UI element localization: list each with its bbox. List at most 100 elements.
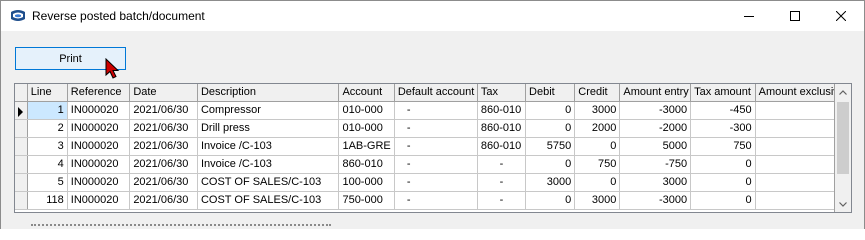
cell-line[interactable]: 4 (27, 155, 68, 174)
cell-account[interactable]: 010-000 (338, 101, 395, 120)
cell-tax-amount[interactable]: 0 (690, 155, 756, 174)
cell-default-account[interactable]: - (394, 101, 478, 120)
cell-debit[interactable]: 5750 (525, 137, 576, 156)
cell-reference[interactable]: IN000020 (67, 155, 131, 174)
vertical-scrollbar[interactable] (835, 84, 851, 212)
cell-credit[interactable]: 2000 (574, 119, 621, 138)
cell-description[interactable]: Invoice /C-103 (197, 137, 340, 156)
cell-account[interactable]: 100-000 (338, 173, 395, 192)
cell-tax-amount[interactable]: -450 (690, 101, 756, 120)
cell-amount-exclusive[interactable]: 0 (755, 155, 834, 174)
cell-reference[interactable]: IN000020 (67, 119, 131, 138)
col-header-tax[interactable]: Tax (477, 84, 527, 102)
cell-reference[interactable]: IN000020 (67, 137, 131, 156)
cell-debit[interactable]: 0 (525, 119, 576, 138)
cell-date[interactable]: 2021/06/30 (129, 137, 198, 156)
cell-tax-amount[interactable]: 0 (690, 173, 756, 192)
cell-description[interactable]: COST OF SALES/C-103 (197, 173, 340, 192)
cell-default-account[interactable]: - (394, 137, 478, 156)
cell-line[interactable]: 2 (27, 119, 68, 138)
cell-date[interactable]: 2021/06/30 (129, 155, 198, 174)
batch-grid[interactable]: Line Reference Date Description Account … (14, 83, 852, 213)
table-row[interactable]: 3 IN000020 2021/06/30 Invoice /C-103 1AB… (15, 137, 834, 156)
cell-credit[interactable]: 0 (574, 137, 621, 156)
table-row[interactable]: 118 IN000020 2021/06/30 COST OF SALES/C-… (15, 191, 834, 210)
table-row[interactable]: 1 IN000020 2021/06/30 Compressor 010-000… (15, 100, 834, 120)
cell-amount-exclusive[interactable]: 0 (755, 101, 834, 120)
col-header-description[interactable]: Description (197, 84, 340, 102)
cell-account[interactable]: 860-010 (338, 155, 395, 174)
window-title: Reverse posted batch/document (32, 9, 205, 23)
scrollbar-thumb[interactable] (837, 102, 849, 174)
col-header-date[interactable]: Date (129, 84, 198, 102)
cell-amount-entry[interactable]: 5000 (619, 137, 692, 156)
cell-amount-entry[interactable]: -2000 (619, 119, 692, 138)
cell-debit[interactable]: 3000 (525, 173, 576, 192)
cell-debit[interactable]: 0 (525, 191, 576, 210)
cell-description[interactable]: Invoice /C-103 (197, 155, 340, 174)
table-row[interactable]: 2 IN000020 2021/06/30 Drill press 010-00… (15, 119, 834, 138)
cell-default-account[interactable]: - (394, 173, 478, 192)
cell-date[interactable]: 2021/06/30 (129, 119, 198, 138)
cell-amount-exclusive[interactable]: 0 (755, 191, 834, 210)
cell-account[interactable]: 1AB-GRE (338, 137, 395, 156)
close-button[interactable] (818, 1, 864, 31)
cell-description[interactable]: Compressor (197, 101, 340, 120)
cell-reference[interactable]: IN000020 (67, 173, 131, 192)
cell-account[interactable]: 750-000 (338, 191, 395, 210)
cell-amount-entry[interactable]: -750 (619, 155, 692, 174)
cell-account[interactable]: 010-000 (338, 119, 395, 138)
col-header-line[interactable]: Line (27, 84, 68, 102)
col-header-account[interactable]: Account (338, 84, 395, 102)
col-header-tax-amount[interactable]: Tax amount (690, 84, 756, 102)
cell-description[interactable]: Drill press (197, 119, 340, 138)
col-header-amount-entry[interactable]: Amount entry (619, 84, 692, 102)
scroll-up-button[interactable] (835, 84, 851, 100)
cell-tax[interactable]: - (477, 155, 527, 174)
col-header-debit[interactable]: Debit (525, 84, 576, 102)
cell-date[interactable]: 2021/06/30 (129, 101, 198, 120)
cell-reference[interactable]: IN000020 (67, 191, 131, 210)
cell-default-account[interactable]: - (394, 191, 478, 210)
cell-tax[interactable]: 860-010 (477, 137, 527, 156)
cell-tax-amount[interactable]: 0 (690, 191, 756, 210)
table-row[interactable]: 4 IN000020 2021/06/30 Invoice /C-103 860… (15, 155, 834, 174)
title-bar[interactable]: Reverse posted batch/document (1, 1, 864, 31)
cell-amount-exclusive[interactable]: 1 (755, 137, 834, 156)
cell-amount-exclusive[interactable]: 0 (755, 173, 834, 192)
cell-line[interactable]: 5 (27, 173, 68, 192)
col-header-default-account[interactable]: Default account (394, 84, 478, 102)
cell-credit[interactable]: 750 (574, 155, 621, 174)
cell-amount-entry[interactable]: -3000 (619, 101, 692, 120)
cell-tax-amount[interactable]: 750 (690, 137, 756, 156)
cell-tax-amount[interactable]: -300 (690, 119, 756, 138)
cell-default-account[interactable]: - (394, 119, 478, 138)
cell-reference[interactable]: IN000020 (67, 101, 131, 120)
cell-date[interactable]: 2021/06/30 (129, 173, 198, 192)
cell-credit[interactable]: 3000 (574, 191, 621, 210)
table-row[interactable]: 5 IN000020 2021/06/30 COST OF SALES/C-10… (15, 173, 834, 192)
cell-default-account[interactable]: - (394, 155, 478, 174)
cell-date[interactable]: 2021/06/30 (129, 191, 198, 210)
cell-amount-exclusive[interactable]: 0 (755, 119, 834, 138)
scroll-down-button[interactable] (835, 196, 851, 212)
cell-credit[interactable]: 0 (574, 173, 621, 192)
cell-debit[interactable]: 0 (525, 155, 576, 174)
cell-credit[interactable]: 3000 (574, 101, 621, 120)
cell-line[interactable]: 3 (27, 137, 68, 156)
cell-description[interactable]: COST OF SALES/C-103 (197, 191, 340, 210)
cell-tax[interactable]: 860-010 (477, 101, 527, 120)
maximize-button[interactable] (772, 1, 818, 31)
cell-debit[interactable]: 0 (525, 101, 576, 120)
cell-amount-entry[interactable]: -3000 (619, 191, 692, 210)
cell-tax[interactable]: - (477, 173, 527, 192)
cell-tax[interactable]: 860-010 (477, 119, 527, 138)
cell-line[interactable]: 118 (27, 191, 68, 210)
cell-tax[interactable]: - (477, 191, 527, 210)
cell-line[interactable]: 1 (26, 100, 68, 120)
col-header-credit[interactable]: Credit (574, 84, 621, 102)
col-header-reference[interactable]: Reference (67, 84, 131, 102)
cell-amount-entry[interactable]: 3000 (619, 173, 692, 192)
col-header-amount-exclusive[interactable]: Amount exclusive (755, 84, 834, 102)
minimize-button[interactable] (726, 1, 772, 31)
